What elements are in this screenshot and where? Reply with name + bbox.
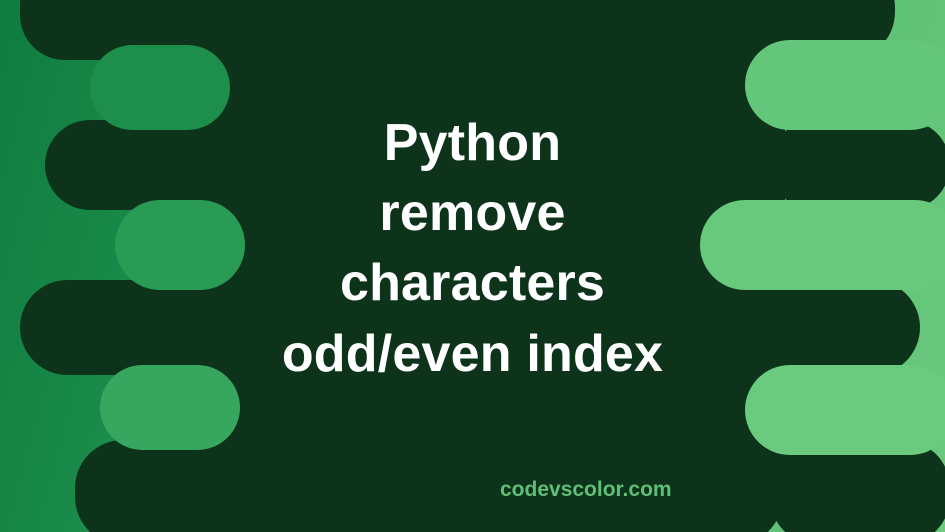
banner-title: Python remove characters odd/even index [0, 108, 945, 389]
dark-blob-left [75, 440, 245, 532]
title-line: Python [0, 108, 945, 178]
watermark-text: codevscolor.com [500, 478, 672, 502]
title-line: remove [0, 178, 945, 248]
title-line: odd/even index [0, 319, 945, 389]
title-line: characters [0, 248, 945, 318]
banner-graphic: Python remove characters odd/even index … [0, 0, 945, 532]
